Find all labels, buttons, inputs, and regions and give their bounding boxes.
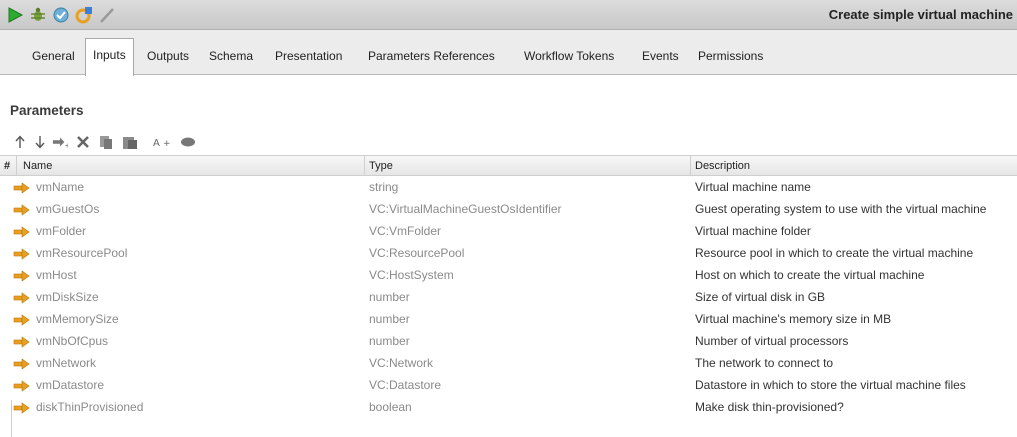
column-divider xyxy=(690,156,691,176)
parameter-description: Size of virtual disk in GB xyxy=(695,290,826,304)
parameter-description: The network to connect to xyxy=(695,356,834,370)
parameter-type: VC:Datastore xyxy=(369,378,442,392)
parameter-type: VC:HostSystem xyxy=(369,268,454,282)
section-title: Parameters xyxy=(10,103,84,118)
parameter-type: VC:VmFolder xyxy=(369,224,442,238)
parameter-name: vmHost xyxy=(36,268,77,282)
parameter-description: Virtual machine name xyxy=(695,180,811,194)
svg-text:+: + xyxy=(64,142,68,149)
delete-icon[interactable] xyxy=(75,135,91,149)
table-row[interactable]: vmDatastore VC:Datastore Datastore in wh… xyxy=(0,375,1017,397)
svg-text:A: A xyxy=(153,138,160,149)
move-down-icon[interactable] xyxy=(32,135,48,149)
input-parameter-arrow-icon xyxy=(13,402,30,414)
run-icon[interactable] xyxy=(6,6,24,24)
column-header-number[interactable]: # xyxy=(4,160,10,172)
copy-icon[interactable] xyxy=(98,135,114,149)
table-row[interactable]: vmDiskSize number Size of virtual disk i… xyxy=(0,287,1017,309)
parameter-description: Resource pool in which to create the vir… xyxy=(695,246,974,260)
parameter-name: vmDatastore xyxy=(36,378,105,392)
column-header-description[interactable]: Description xyxy=(695,160,750,172)
tab-presentation[interactable]: Presentation xyxy=(275,43,342,75)
tab-bar: General Inputs Outputs Schema Presentati… xyxy=(0,30,1017,76)
parameter-name: vmGuestOs xyxy=(36,202,100,216)
tab-events[interactable]: Events xyxy=(642,43,679,75)
main-toolbar: Create simple virtual machine xyxy=(0,0,1017,30)
tab-general[interactable]: General xyxy=(32,43,75,75)
tab-inputs[interactable]: Inputs xyxy=(85,38,134,76)
edit-icon[interactable] xyxy=(98,6,116,24)
parameter-name: diskThinProvisioned xyxy=(36,400,144,414)
debug-icon[interactable] xyxy=(29,6,47,24)
window-title: Create simple virtual machine xyxy=(828,7,1013,22)
tab-schema[interactable]: Schema xyxy=(209,43,253,75)
parameter-name: vmMemorySize xyxy=(36,312,119,326)
parameter-name: vmName xyxy=(36,180,85,194)
input-parameter-arrow-icon xyxy=(13,292,30,304)
table-row[interactable]: vmGuestOs VC:VirtualMachineGuestOsIdenti… xyxy=(0,199,1017,221)
parameter-description: Host on which to create the virtual mach… xyxy=(695,268,925,282)
parameter-type: VC:Network xyxy=(369,356,434,370)
parameter-name: vmNetwork xyxy=(36,356,97,370)
tab-outputs[interactable]: Outputs xyxy=(147,43,189,75)
table-row[interactable]: vmMemorySize number Virtual machine's me… xyxy=(0,309,1017,331)
refresh-icon[interactable] xyxy=(75,6,93,24)
input-parameter-arrow-icon xyxy=(13,380,30,392)
table-row[interactable]: vmNbOfCpus number Number of virtual proc… xyxy=(0,331,1017,353)
tab-workflow-tokens[interactable]: Workflow Tokens xyxy=(524,43,614,75)
input-parameter-arrow-icon xyxy=(13,226,30,238)
parameter-description: Virtual machine folder xyxy=(695,224,811,238)
parameter-type: VC:VirtualMachineGuestOsIdentifier xyxy=(369,202,562,216)
table-header: # Name Type Description xyxy=(0,155,1017,176)
table-row[interactable]: vmNetwork VC:Network The network to conn… xyxy=(0,353,1017,375)
table-left-border xyxy=(11,400,12,437)
input-parameter-arrow-icon xyxy=(13,204,30,216)
parameter-type: number xyxy=(369,334,410,348)
input-parameter-arrow-icon xyxy=(13,182,30,194)
parameter-name: vmDiskSize xyxy=(36,290,99,304)
eye-icon[interactable] xyxy=(180,135,196,149)
parameter-description: Virtual machine's memory size in MB xyxy=(695,312,892,326)
tab-parameters-references[interactable]: Parameters References xyxy=(368,43,495,75)
parameter-description: Datastore in which to store the virtual … xyxy=(695,378,966,392)
table-row[interactable]: vmFolder VC:VmFolder Virtual machine fol… xyxy=(0,221,1017,243)
table-row[interactable]: vmResourcePool VC:ResourcePool Resource … xyxy=(0,243,1017,265)
parameter-description: Number of virtual processors xyxy=(695,334,849,348)
input-parameter-arrow-icon xyxy=(13,248,30,260)
parameter-name: vmFolder xyxy=(36,224,87,238)
parameter-type: string xyxy=(369,180,399,194)
paste-icon[interactable] xyxy=(122,135,138,149)
parameter-name: vmResourcePool xyxy=(36,246,128,260)
table-row[interactable]: vmHost VC:HostSystem Host on which to cr… xyxy=(0,265,1017,287)
input-parameter-arrow-icon xyxy=(13,358,30,370)
parameter-type: number xyxy=(369,290,410,304)
svg-text:+: + xyxy=(163,139,171,149)
parameter-description: Guest operating system to use with the v… xyxy=(695,202,987,216)
parameter-type: VC:ResourcePool xyxy=(369,246,465,260)
table-row[interactable]: vmName string Virtual machine name xyxy=(0,177,1017,199)
move-up-icon[interactable] xyxy=(12,135,28,149)
column-divider xyxy=(16,156,17,176)
column-divider xyxy=(364,156,365,176)
input-parameter-arrow-icon xyxy=(13,336,30,348)
tab-permissions[interactable]: Permissions xyxy=(698,43,763,75)
add-attribute-icon[interactable]: A + xyxy=(152,135,174,149)
table-row[interactable]: diskThinProvisioned boolean Make disk th… xyxy=(0,397,1017,419)
input-parameter-arrow-icon xyxy=(13,270,30,282)
parameter-type: number xyxy=(369,312,410,326)
column-header-type[interactable]: Type xyxy=(369,160,393,172)
validate-icon[interactable] xyxy=(52,6,70,24)
parameter-name: vmNbOfCpus xyxy=(36,334,109,348)
add-parameter-icon[interactable]: + xyxy=(52,135,68,149)
column-header-name[interactable]: Name xyxy=(23,160,52,172)
parameter-description: Make disk thin-provisioned? xyxy=(695,400,844,414)
parameter-type: boolean xyxy=(369,400,412,414)
input-parameter-arrow-icon xyxy=(13,314,30,326)
